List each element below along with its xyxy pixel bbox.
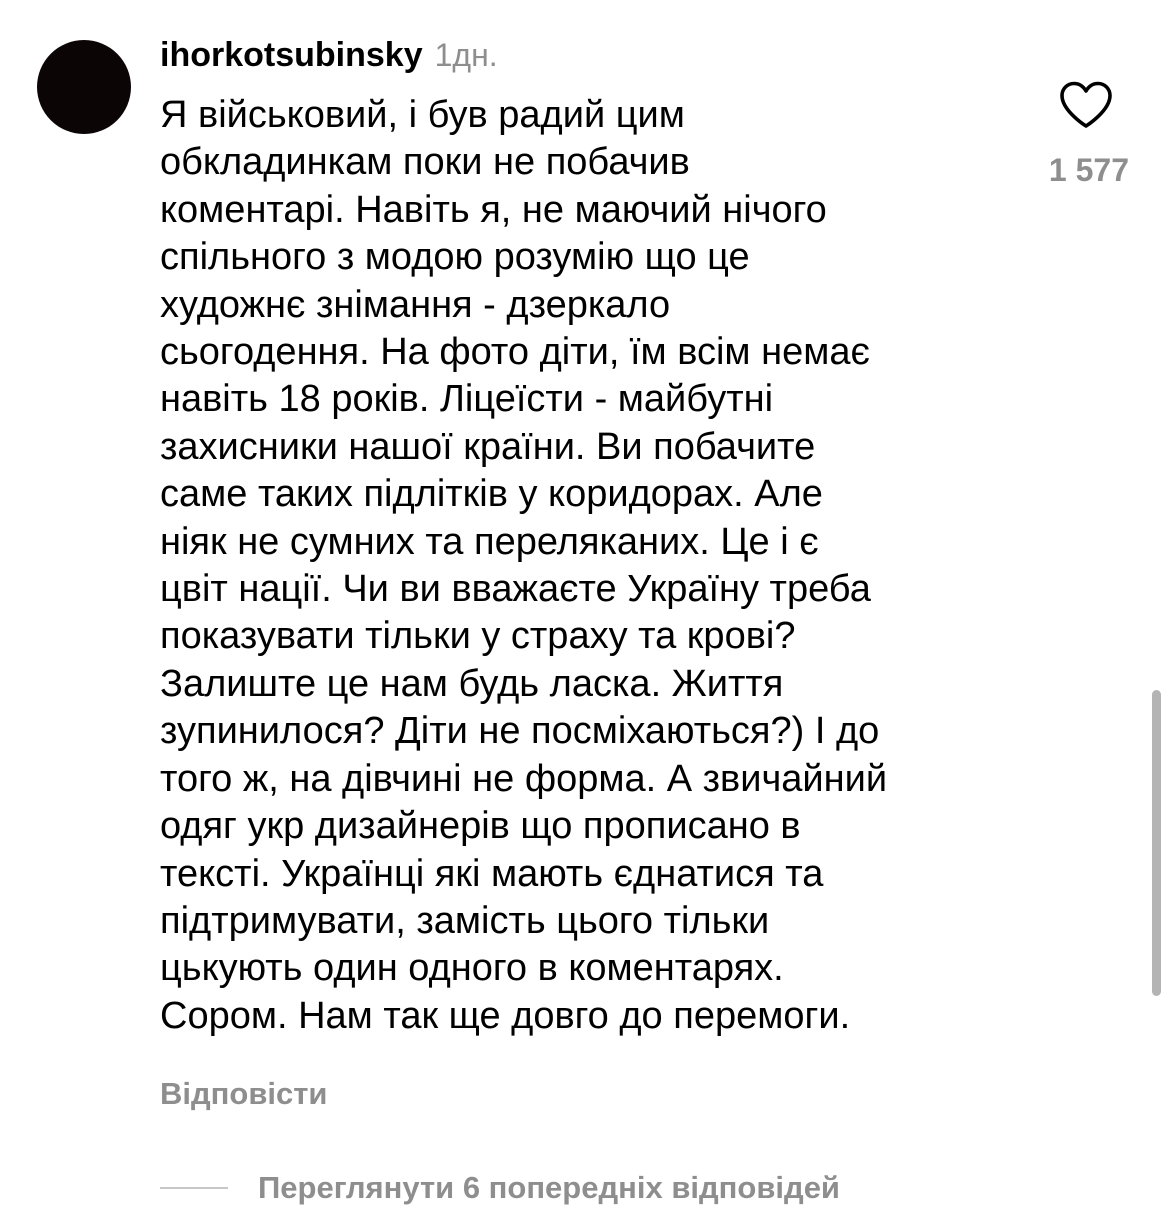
comment-text: Я військовий, і був радий цим обкладинка…	[160, 94, 888, 1037]
like-count: 1 577	[1048, 152, 1129, 188]
like-button[interactable]	[1058, 80, 1114, 130]
heart-outline-icon	[1060, 81, 1112, 128]
avatar[interactable]	[37, 40, 131, 134]
view-previous-replies-button[interactable]: Переглянути 6 попередніх відповідей	[160, 1170, 840, 1206]
comment-header: ihorkotsubinsky 1дн.	[160, 36, 498, 80]
scrollbar[interactable]	[1152, 690, 1161, 996]
replies-divider-line	[160, 1187, 228, 1189]
view-replies-label: Переглянути 6 попередніх відповідей	[258, 1170, 840, 1205]
comment-timestamp: 1дн.	[434, 37, 498, 73]
reply-button[interactable]: Відповісти	[160, 1076, 328, 1112]
username-link[interactable]: ihorkotsubinsky	[160, 36, 423, 75]
